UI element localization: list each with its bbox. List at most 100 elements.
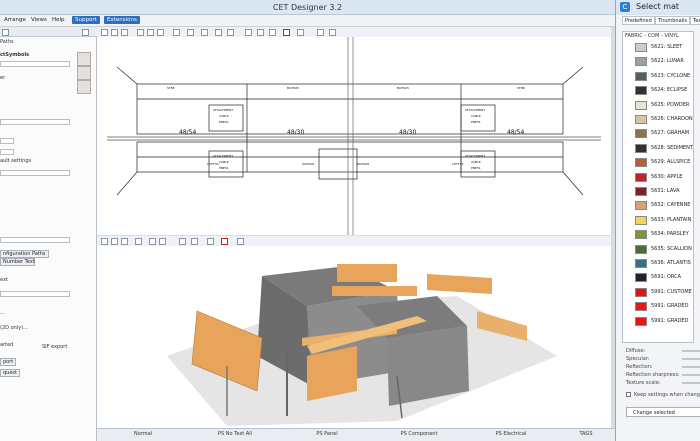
material-swatch-row[interactable]: 5991: GRADED	[635, 300, 693, 312]
swatch-label: 5632: CAYENNE	[651, 202, 691, 209]
material-swatch-row[interactable]: 5628: SEDIMENT	[635, 142, 693, 154]
tab-normal[interactable]: Normal	[97, 431, 189, 437]
plan-label-8: LFIFF3S	[452, 162, 464, 166]
tab-tags[interactable]: TAGS	[557, 431, 615, 437]
material-swatch-row[interactable]: 5623: CYCLONE	[635, 70, 693, 82]
material-swatch-row[interactable]: 5991: GRADED	[635, 315, 693, 327]
text-field-4[interactable]	[0, 291, 70, 297]
render-select-icon[interactable]	[179, 238, 186, 245]
tab-ps-component[interactable]: PS Component	[373, 431, 465, 437]
layer-icon[interactable]	[157, 29, 164, 36]
material-swatch-row[interactable]: 5633: PLANTAIN	[635, 214, 693, 226]
tool-icon-2[interactable]	[77, 66, 91, 80]
render-view[interactable]	[97, 246, 611, 431]
swatch-color-chip	[635, 57, 647, 67]
fit-icon[interactable]	[121, 29, 128, 36]
render-layer-icon[interactable]	[159, 238, 166, 245]
menu-views[interactable]: Views	[31, 17, 47, 23]
pen-icon[interactable]	[329, 29, 336, 36]
material-swatch-row[interactable]: 5634: PARSLEY	[635, 228, 693, 240]
render-zoom-in-icon[interactable]	[111, 238, 118, 245]
text-field-3[interactable]	[0, 237, 70, 243]
material-swatch-row[interactable]: 5627: GRAHAM	[635, 127, 693, 139]
menu-arrange[interactable]: Arrange	[4, 17, 26, 23]
render-delete-icon[interactable]	[221, 238, 228, 245]
select-1[interactable]	[0, 138, 14, 144]
specular-slider[interactable]	[682, 358, 700, 360]
mirror-icon[interactable]	[269, 29, 276, 36]
paths-dropdown[interactable]: Paths	[0, 39, 14, 45]
delete-icon[interactable]	[283, 29, 290, 36]
keep-settings-checkbox[interactable]	[626, 392, 631, 397]
tool-icon-1[interactable]	[77, 52, 91, 66]
render-zoom-icon[interactable]	[101, 238, 108, 245]
sif-export-link[interactable]: SIF export	[42, 344, 67, 350]
paste-icon[interactable]	[257, 29, 264, 36]
keep-settings-label: Keep settings when chang	[634, 392, 700, 398]
plan-view[interactable]: 48/54 48/30 48/30 48/54 ATTACHMENT CABLE…	[97, 37, 611, 235]
hand-icon[interactable]	[173, 29, 180, 36]
configuration-paths-button[interactable]: nfiguration Paths	[0, 250, 49, 258]
camera-icon[interactable]	[135, 238, 142, 245]
diffuse-slider[interactable]	[682, 350, 700, 352]
attach-3b: CABLE	[219, 160, 229, 164]
render-view-icon[interactable]	[149, 238, 156, 245]
tab-ps-panel[interactable]: PS Panel	[281, 431, 373, 437]
reflection-slider[interactable]	[682, 366, 700, 368]
tab-ps-electrical[interactable]: PS Electrical	[465, 431, 557, 437]
tab-thumbnails[interactable]: Thumbnails	[655, 16, 691, 25]
swatch-label: 5636: ATLANTIS	[651, 260, 691, 266]
tab-ps-no-text-all[interactable]: PS No Text All	[189, 431, 281, 437]
material-swatch-row[interactable]: 5636: ATLANTIS	[635, 257, 693, 269]
select-icon[interactable]	[187, 29, 194, 36]
render-move-icon[interactable]	[207, 238, 214, 245]
texture-scale-slider[interactable]	[682, 382, 700, 384]
line-icon[interactable]	[317, 29, 324, 36]
panel-pin-icon[interactable]	[82, 29, 89, 36]
left-panel-toolbar	[0, 27, 97, 37]
material-swatch-row[interactable]: 5629: ALLSPICE	[635, 156, 693, 168]
render-check-icon[interactable]	[191, 238, 198, 245]
tab-predefined[interactable]: Predefined	[622, 16, 655, 25]
material-swatch-row[interactable]: 5631: LAVA	[635, 185, 693, 197]
tool-icon-3[interactable]	[77, 80, 91, 94]
render-fit-icon[interactable]	[121, 238, 128, 245]
menu-help[interactable]: Help	[52, 17, 65, 23]
material-swatch-row[interactable]: 5621: SLEET	[635, 41, 693, 53]
view-icon[interactable]	[147, 29, 154, 36]
material-swatch-row[interactable]: 5622: LUNAR	[635, 55, 693, 67]
panel-close-icon[interactable]	[2, 29, 9, 36]
material-swatch-row[interactable]: 5624: ECLIPSE	[635, 84, 693, 96]
text-field-2[interactable]	[0, 170, 70, 176]
material-list[interactable]: FABRIC - COM - VINYL 5621: SLEET 5622: LU…	[622, 31, 694, 343]
zoom-icon[interactable]	[101, 29, 108, 36]
text-field-1[interactable]	[0, 119, 70, 125]
reflection-sharpness-slider[interactable]	[682, 374, 700, 376]
tab-textures[interactable]: Tex	[690, 16, 700, 25]
material-swatch-row[interactable]: 5626: CHARDON	[635, 113, 693, 125]
export-button[interactable]: port	[0, 358, 17, 366]
render-special-icon[interactable]	[237, 238, 244, 245]
special-icon[interactable]	[297, 29, 304, 36]
check-icon[interactable]	[201, 29, 208, 36]
support-button[interactable]: Support	[72, 16, 100, 24]
print-icon[interactable]	[137, 29, 144, 36]
material-swatch-row[interactable]: 5991: CUSTOME	[635, 286, 693, 298]
material-swatch-row[interactable]: 5691: ORCA	[635, 271, 693, 283]
select-2[interactable]	[0, 149, 14, 155]
request-button[interactable]: quest	[0, 369, 20, 377]
measure-icon[interactable]	[215, 29, 222, 36]
align-icon[interactable]	[227, 29, 234, 36]
copy-icon[interactable]	[245, 29, 252, 36]
zoom-in-icon[interactable]	[111, 29, 118, 36]
status-tab-bar: Normal PS No Text All PS Panel PS Compon…	[97, 428, 615, 441]
material-swatch-row[interactable]: 5635: SCALLION	[635, 243, 693, 255]
change-selected-button[interactable]: Change selected	[626, 407, 700, 417]
swatch-color-chip	[635, 316, 647, 326]
symbol-input[interactable]	[0, 61, 70, 67]
extensions-button[interactable]: Extensions	[104, 16, 140, 24]
material-swatch-row[interactable]: 5625: POWDER	[635, 99, 693, 111]
number-text-button[interactable]: Number Text	[0, 258, 35, 266]
material-swatch-row[interactable]: 5630: APPLE	[635, 171, 693, 183]
material-swatch-row[interactable]: 5632: CAYENNE	[635, 199, 693, 211]
